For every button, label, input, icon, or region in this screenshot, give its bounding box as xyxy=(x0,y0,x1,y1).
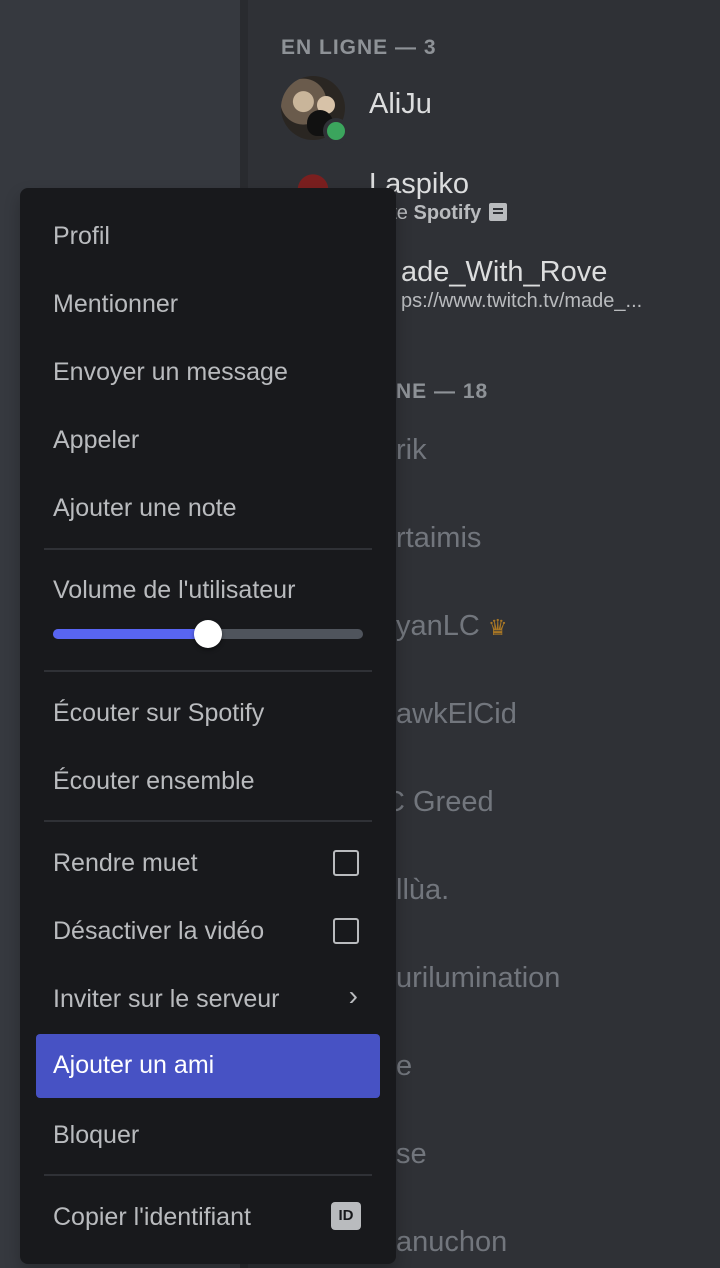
menu-item-mention[interactable]: Mentionner xyxy=(36,273,380,335)
member-item[interactable]: se xyxy=(396,1138,427,1171)
menu-item-disable-video[interactable]: Désactiver la vidéo xyxy=(36,900,380,962)
member-item[interactable]: awkElCid xyxy=(396,698,517,731)
online-section-header: EN LIGNE — 3 xyxy=(281,36,437,59)
crown-icon: ♛ xyxy=(487,615,508,640)
online-status-icon xyxy=(323,118,349,144)
member-item[interactable]: yanLC ♛ xyxy=(396,610,508,643)
slider-thumb[interactable] xyxy=(194,620,222,648)
menu-divider xyxy=(44,670,372,672)
offline-section-header: NE — 18 xyxy=(396,380,489,403)
user-context-menu: Profil Mentionner Envoyer un message App… xyxy=(20,188,396,1264)
menu-item-mute[interactable]: Rendre muet xyxy=(36,832,380,894)
member-name: AliJu xyxy=(369,88,432,120)
video-checkbox[interactable] xyxy=(333,918,359,944)
id-icon: ID xyxy=(331,1202,361,1230)
member-item[interactable]: llùa. xyxy=(396,874,449,907)
slider-fill xyxy=(53,629,208,639)
member-activity: ps://www.twitch.tv/made_... xyxy=(401,290,643,312)
menu-item-profile[interactable]: Profil xyxy=(36,205,380,267)
member-item[interactable]: rtaimis xyxy=(396,522,481,555)
menu-divider xyxy=(44,548,372,550)
member-item[interactable]: urilumination xyxy=(396,962,560,995)
menu-item-call[interactable]: Appeler xyxy=(36,409,380,471)
menu-item-add-note[interactable]: Ajouter une note xyxy=(36,477,380,539)
user-volume-slider[interactable] xyxy=(53,620,363,648)
member-item[interactable]: C Greed xyxy=(384,786,494,819)
menu-item-listen-spotify[interactable]: Écouter sur Spotify xyxy=(36,682,380,744)
volume-label: Volume de l'utilisateur xyxy=(53,576,296,604)
menu-divider xyxy=(44,820,372,822)
menu-item-block[interactable]: Bloquer xyxy=(36,1104,380,1166)
mute-checkbox[interactable] xyxy=(333,850,359,876)
menu-item-invite[interactable]: Inviter sur le serveur › xyxy=(36,968,380,1030)
avatar xyxy=(281,76,349,144)
menu-item-message[interactable]: Envoyer un message xyxy=(36,341,380,403)
menu-item-add-friend[interactable]: Ajouter un ami xyxy=(36,1034,380,1098)
menu-item-copy-id[interactable]: Copier l'identifiant ID xyxy=(36,1186,380,1248)
member-item[interactable]: e xyxy=(396,1050,412,1083)
menu-item-listen-together[interactable]: Écouter ensemble xyxy=(36,750,380,812)
member-name: ade_With_Rove xyxy=(401,256,608,288)
member-item[interactable]: rik xyxy=(396,434,427,467)
menu-divider xyxy=(44,1174,372,1176)
member-item[interactable]: anuchon xyxy=(396,1226,507,1259)
rich-presence-icon xyxy=(489,203,508,221)
chevron-right-icon: › xyxy=(348,980,358,1011)
